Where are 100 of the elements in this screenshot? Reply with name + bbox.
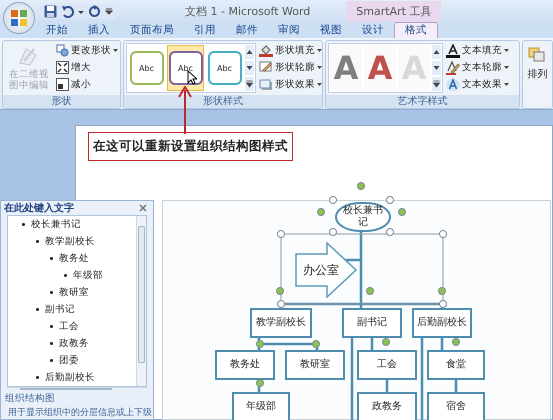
style-option[interactable]: Abc [167,45,204,91]
office-logo-icon [10,9,28,27]
org-chart-box[interactable]: 教务处 [215,350,275,380]
close-icon[interactable] [139,204,147,212]
horizontal-scrollbar[interactable] [7,387,147,388]
resize-handle[interactable] [329,196,337,204]
outline-item[interactable]: 团委 [59,354,79,367]
org-chart-box[interactable]: 政教务 [357,392,417,420]
scroll-up-icon[interactable] [245,45,254,59]
wordart-option[interactable]: A [364,45,396,91]
ribbon-tab[interactable]: 格式 [394,22,438,38]
style-swatch: Abc [130,51,164,85]
rotation-handle[interactable] [382,338,390,346]
outline-item[interactable]: 教学副校长 [45,235,95,248]
outline-item[interactable]: 后勤副校长 [45,371,95,384]
ribbon-tab[interactable]: 审阅 [268,23,310,38]
wordart-option[interactable]: A [330,45,362,91]
ribbon-command[interactable]: 更改形状 [56,43,118,58]
ribbon-command[interactable]: 形状填充 [259,43,322,58]
resize-handle[interactable] [386,196,394,204]
ribbon-tab[interactable]: 邮件 [226,23,268,38]
expand-icon [56,61,69,74]
outline-item[interactable]: 政教务 [59,337,89,350]
layout-name: 组织结构图 [5,392,56,405]
pointer-arrow [178,86,192,134]
dropdown-arrow-icon [317,83,322,86]
org-chart-box[interactable]: 副书记 [342,308,402,338]
ribbon-command[interactable]: 文本填充 [446,43,509,58]
dropdown-arrow-icon [504,83,509,86]
shrink-icon [56,78,69,91]
outline-item[interactable]: 副书记 [45,303,75,316]
more-styles-icon[interactable] [432,77,441,91]
rotation-handle[interactable] [398,208,406,216]
shadow-box-icon [259,78,273,91]
org-chart-box[interactable]: 教研室 [285,350,345,380]
ribbon-command[interactable]: 减小 [56,77,118,92]
rotation-handle[interactable] [452,338,460,346]
bullet-icon [50,359,53,362]
rotation-handle[interactable] [317,208,325,216]
resize-handle[interactable] [329,228,337,236]
bullet-icon [22,223,25,226]
ribbon-command[interactable]: 文本效果 [446,77,509,92]
ribbon-tab[interactable]: 引用 [184,23,226,38]
org-chart-box[interactable]: 食堂 [427,350,485,380]
rotation-handle[interactable] [312,340,320,348]
group-label: 形状 [3,95,120,108]
ribbon-tab[interactable]: 插入 [78,23,120,38]
resize-handle[interactable] [439,300,447,308]
arrow-shape[interactable]: 办公室 [295,242,357,298]
org-chart-box[interactable]: 宿舍 [427,392,485,420]
scroll-down-icon[interactable] [432,61,441,75]
resize-handle[interactable] [277,300,285,308]
style-option[interactable]: Abc [206,45,243,91]
callout-note: 在这可以重新设置组织结构图样式 [88,132,293,161]
connector-line [440,338,444,350]
pencil-icon [446,60,460,74]
rotation-handle[interactable] [276,287,284,295]
outline-item[interactable]: 校长兼书记 [31,218,81,231]
ribbon-tab[interactable]: 设计 [352,23,394,38]
outline-item[interactable]: 年级部 [73,269,103,282]
scroll-up-icon[interactable] [432,45,441,59]
letter-a-icon [446,44,460,58]
more-styles-icon[interactable] [245,77,254,91]
outline-item[interactable]: 工会 [59,320,79,333]
style-option[interactable]: Abc [128,45,165,91]
org-chart-box[interactable]: 教学副校长 [250,308,312,338]
rotation-handle[interactable] [438,287,446,295]
org-chart-box[interactable]: 年级部 [232,392,290,420]
bullet-icon [64,274,67,277]
rotation-handle[interactable] [366,287,374,295]
bullet-icon [50,325,53,328]
ribbon-tab[interactable]: 视图 [310,23,352,38]
window-title: 文档 1 - Microsoft Word [185,4,310,18]
group-label: 艺术字样式 [326,95,519,108]
redo-icon[interactable] [88,4,101,18]
connector-line [370,338,374,350]
outline-item[interactable]: 教研室 [59,286,89,299]
save-icon[interactable] [44,4,57,18]
vertical-scrollbar[interactable] [136,216,146,386]
pencil-icon [259,61,273,74]
ribbon-command[interactable]: 增大 [56,60,118,75]
scroll-down-icon[interactable] [245,61,254,75]
glow-letter-icon [446,78,460,92]
undo-icon[interactable] [61,4,74,18]
ribbon-command[interactable]: 形状轮廓 [259,60,322,75]
outline-item[interactable]: 教务处 [59,252,89,265]
resize-handle[interactable] [439,230,447,238]
ribbon-command[interactable]: 文本轮廓 [446,60,509,75]
resize-handle[interactable] [386,228,394,236]
ribbon-tab[interactable]: 开始 [36,23,78,38]
ribbon-tab[interactable]: 页面布局 [120,23,184,38]
layout-description: 用于显示组织中的分层信息或上下级 [7,406,149,419]
resize-handle[interactable] [277,230,285,238]
rotation-handle[interactable] [256,340,264,348]
ribbon-command[interactable]: 形状效果 [259,77,322,92]
rotation-handle[interactable] [357,182,365,190]
org-chart-box[interactable]: 后勤副校长 [412,308,472,338]
bullet-icon [36,240,39,243]
bullet-icon [36,376,39,379]
org-chart-box[interactable]: 工会 [357,350,417,380]
